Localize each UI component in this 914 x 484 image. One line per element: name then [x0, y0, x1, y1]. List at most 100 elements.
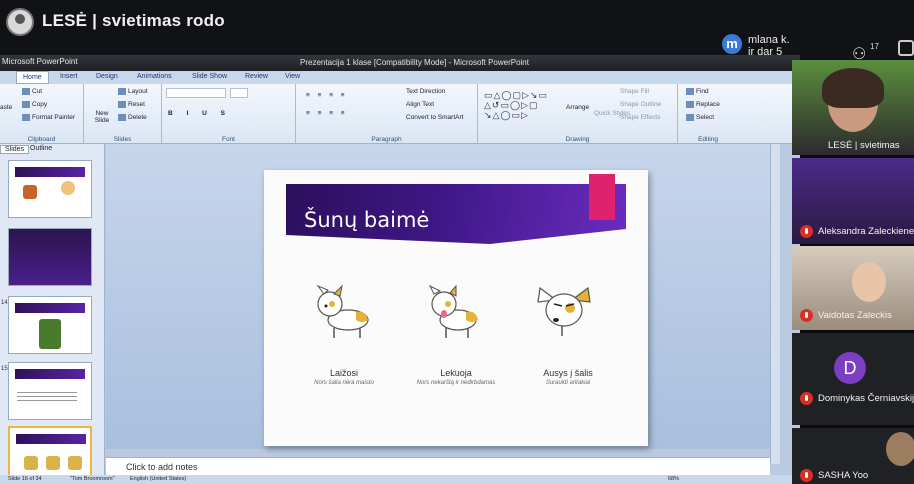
people-count: 17 — [870, 42, 879, 51]
format-buttons-row[interactable]: B I U S — [168, 110, 231, 117]
slides-pane: Slides Outline 14 15 — [0, 144, 105, 484]
select-icon — [686, 114, 694, 121]
slide-number: 15 — [1, 366, 8, 372]
tab-home[interactable]: Home — [16, 71, 49, 84]
copy-icon — [22, 101, 30, 108]
tab-outline[interactable]: Outline — [30, 145, 52, 152]
cut-label: Cut — [32, 88, 43, 96]
participant-video — [886, 432, 914, 466]
powerpoint-titlebar: Microsoft PowerPoint Prezentacija 1 klas… — [0, 55, 800, 71]
align-text-button[interactable]: Align Text — [406, 101, 434, 108]
clipboard-group: aste Cut Copy Format Painter Clipboard — [0, 84, 84, 144]
tab-design[interactable]: Design — [96, 73, 118, 80]
font-group-label: Font — [221, 136, 235, 143]
editing-group: Find Replace Select Editing — [678, 84, 738, 144]
select-button[interactable]: Select — [686, 114, 714, 121]
tab-slide-show[interactable]: Slide Show — [192, 73, 227, 80]
participant-tile[interactable]: SASHA Yoo — [792, 428, 914, 484]
notes-pane[interactable]: Click to add notes — [106, 457, 770, 475]
replace-button[interactable]: Replace — [686, 101, 720, 108]
participant-name: Dominykas Černiavskij — [818, 393, 914, 404]
tab-animations[interactable]: Animations — [137, 73, 172, 80]
participant-name: SASHA Yoo — [818, 470, 869, 481]
scissors-icon — [22, 88, 30, 95]
clipboard-group-label: Clipboard — [27, 136, 56, 143]
new-slide-button[interactable]: New Slide — [90, 110, 114, 124]
caption-title: Lekuoja — [440, 368, 472, 378]
current-slide[interactable]: Šunų baimė Laižosi Nors šalia nėra maist… — [264, 170, 648, 446]
tab-view[interactable]: View — [285, 73, 300, 80]
slide-title: Šunų baimė — [304, 208, 430, 232]
thumb-text-lines — [17, 389, 77, 403]
copy-button[interactable]: Copy — [22, 101, 47, 108]
chat-icon[interactable] — [898, 40, 914, 56]
shape-effects-button[interactable]: Shape Effects — [620, 114, 660, 121]
slide-thumbnail[interactable] — [8, 362, 92, 420]
thumb-banner — [15, 369, 85, 379]
caption-subtitle: Nors nekarštą ir nedirbdamas — [416, 380, 496, 386]
language-indicator: English (United States) — [130, 476, 187, 482]
slide-number: 14 — [1, 300, 8, 306]
cut-button[interactable]: Cut — [22, 88, 42, 95]
dog-illustration — [316, 284, 369, 338]
slide-pink-accent — [589, 174, 615, 220]
meet-top-bar: LESĖ | svietimas rodo m mlana k. ir dar … — [0, 0, 914, 63]
participant-tile[interactable]: LESĖ | svietimas — [792, 60, 914, 155]
reset-button[interactable]: Reset — [118, 101, 145, 108]
tab-insert[interactable]: Insert — [60, 73, 78, 80]
mic-off-icon — [800, 309, 813, 322]
participant-initial-avatar: D — [834, 352, 866, 384]
thumb-banner — [15, 167, 85, 177]
bullets-row[interactable]: ≡ ≡ ≡ ≡ — [306, 92, 348, 99]
delete-icon — [118, 114, 126, 121]
font-size-select[interactable] — [230, 88, 248, 98]
ribbon-tabs: Home Insert Design Animations Slide Show… — [0, 71, 800, 84]
participant-tile[interactable]: Aleksandra Zaleckiene — [792, 158, 914, 244]
editing-group-label: Editing — [698, 136, 718, 143]
layout-button[interactable]: Layout — [118, 88, 148, 95]
alignment-row[interactable]: ≡ ≡ ≡ ≡ — [306, 110, 348, 117]
meet-window: LESĖ | svietimas rodo m mlana k. ir dar … — [0, 0, 914, 484]
shapes-gallery[interactable]: ▭△◯▢▷↘▭ △↺▭◯▷▢ ↘△◯▭▷ — [484, 90, 558, 120]
notes-placeholder: Click to add notes — [126, 462, 198, 472]
paste-button[interactable]: aste — [0, 104, 12, 111]
find-button[interactable]: Find — [686, 88, 709, 95]
participant-name: Aleksandra Zaleckiene — [818, 226, 914, 237]
tab-review[interactable]: Review — [245, 73, 268, 80]
participant-name: Vaidotas Zaleckis — [818, 310, 892, 321]
find-icon — [686, 88, 694, 95]
thumb-dog-image — [24, 456, 38, 470]
thumb-dark-background — [9, 229, 91, 285]
layout-icon — [118, 88, 126, 95]
mic-off-icon — [800, 469, 813, 482]
shape-fill-button[interactable]: Shape Fill — [620, 88, 649, 95]
text-direction-button[interactable]: Text Direction — [406, 88, 445, 95]
arrange-button[interactable]: Arrange — [566, 104, 589, 111]
slides-group-label: Slides — [113, 136, 132, 143]
tab-slides[interactable]: Slides — [0, 145, 30, 154]
theme-name: "Tom Broomroom" — [70, 476, 115, 482]
find-label: Find — [696, 88, 709, 96]
zoom-level[interactable]: 68% — [668, 476, 679, 482]
presenter-avatar — [6, 8, 34, 36]
thumb-banner — [15, 303, 85, 313]
shape-outline-button[interactable]: Shape Outline — [620, 101, 661, 108]
reset-label: Reset — [128, 101, 145, 109]
slide-thumbnail[interactable] — [8, 296, 92, 354]
thumb-dog-image — [23, 185, 37, 199]
window-title: Prezentacija 1 klase [Compatibility Mode… — [300, 58, 529, 67]
delete-button[interactable]: Delete — [118, 114, 147, 121]
slide-thumbnail[interactable] — [8, 228, 92, 286]
dog-illustration — [428, 284, 478, 338]
paragraph-group-label: Paragraph — [371, 136, 402, 143]
slide-thumbnail[interactable] — [8, 160, 92, 218]
participant-tile[interactable]: Vaidotas Zaleckis — [792, 246, 914, 330]
thumb-child-image — [61, 181, 75, 195]
caption-title: Laižosi — [329, 368, 358, 378]
smartart-button[interactable]: Convert to SmartArt — [406, 114, 463, 121]
reset-icon — [118, 101, 126, 108]
vertical-scrollbar[interactable] — [770, 144, 780, 464]
drawing-group-label: Drawing — [565, 136, 590, 143]
format-painter-button[interactable]: Format Painter — [22, 114, 75, 121]
font-name-select[interactable] — [166, 88, 226, 98]
